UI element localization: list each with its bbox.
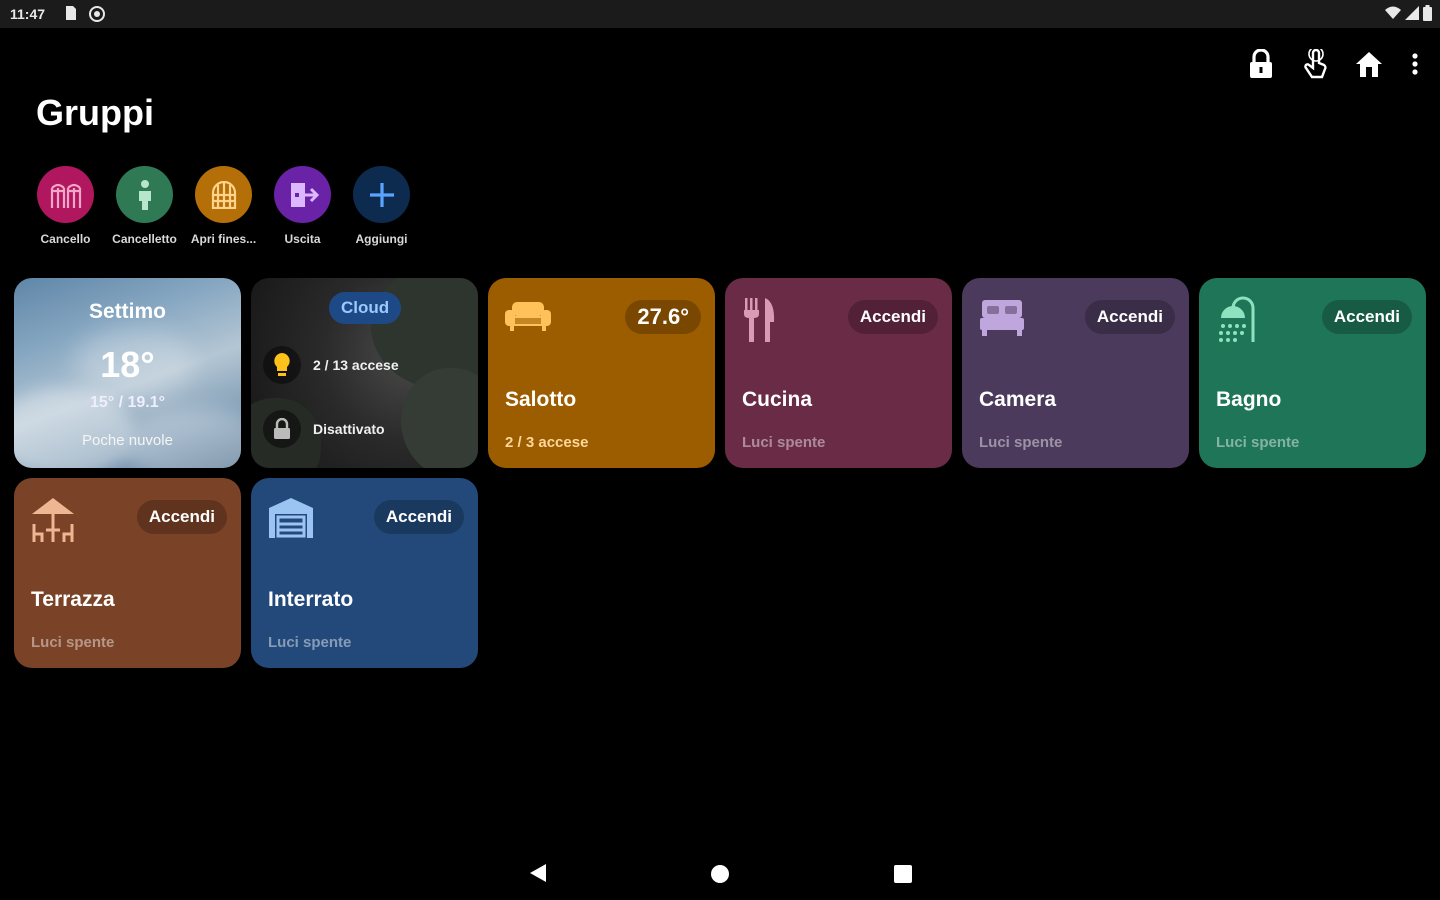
gate-icon xyxy=(50,183,81,208)
cutlery-icon xyxy=(741,296,777,349)
turn-on-button[interactable]: Accendi xyxy=(373,500,464,534)
more-vert-icon xyxy=(1412,53,1418,75)
room-status: Luci spente xyxy=(31,634,115,651)
recents-square-icon xyxy=(894,865,912,883)
cloud-badge: Cloud xyxy=(329,292,402,324)
home-icon xyxy=(1356,52,1382,77)
touch-button[interactable] xyxy=(1300,46,1330,82)
turn-on-button[interactable]: Accendi xyxy=(1321,300,1412,334)
lights-status: 2 / 13 accese xyxy=(313,357,399,373)
room-name: Cucina xyxy=(742,388,813,411)
room-card-terrazza[interactable]: Accendi Terrazza Luci spente xyxy=(14,478,241,668)
room-name: Camera xyxy=(979,388,1057,411)
page-title: Gruppi xyxy=(36,92,154,133)
home-button[interactable] xyxy=(1354,46,1384,82)
room-status: Luci spente xyxy=(268,634,352,651)
shortcut-apri-finestra[interactable]: Apri fines... xyxy=(184,166,263,246)
navigation-bar xyxy=(0,848,1440,900)
room-card-salotto[interactable]: 27.6° Salotto 2 / 3 accese xyxy=(488,278,715,468)
window-icon xyxy=(211,180,236,209)
weather-temperature: 18° xyxy=(100,344,155,385)
more-options-button[interactable] xyxy=(1408,46,1422,82)
touch-hand-icon xyxy=(1304,49,1327,79)
shortcut-label: Cancelletto xyxy=(112,232,177,246)
sd-card-icon xyxy=(62,5,78,26)
weather-card[interactable]: Settimo 18° 15° / 19.1° Poche nuvole xyxy=(14,278,241,468)
battery-icon xyxy=(1423,5,1432,26)
room-card-camera[interactable]: Accendi Camera Luci spente xyxy=(962,278,1189,468)
plus-icon xyxy=(369,182,394,207)
room-card-interrato[interactable]: Accendi Interrato Luci spente xyxy=(251,478,478,668)
exit-icon xyxy=(290,182,319,207)
terrace-icon xyxy=(30,496,76,549)
shortcut-label: Apri fines... xyxy=(190,232,257,246)
shortcuts-row: Cancello Cancelletto Apri fines... Uscit… xyxy=(26,166,421,246)
turn-on-button[interactable]: Accendi xyxy=(847,300,938,334)
lightbulb-icon xyxy=(274,353,290,376)
room-name: Salotto xyxy=(505,388,577,411)
weather-description: Poche nuvole xyxy=(82,432,173,449)
signal-icon xyxy=(1405,6,1419,25)
shortcut-cancello[interactable]: Cancello xyxy=(26,166,105,246)
room-card-cucina[interactable]: Accendi Cucina Luci spente xyxy=(725,278,952,468)
status-bar: 11:47 xyxy=(0,0,1440,28)
turn-on-button[interactable]: Accendi xyxy=(1084,300,1175,334)
cloud-card[interactable]: Cloud 2 / 13 accese Disattivato xyxy=(251,278,478,468)
home-nav-button[interactable] xyxy=(710,864,730,889)
lock-icon xyxy=(1250,49,1272,78)
recents-button[interactable] xyxy=(893,864,913,889)
sofa-icon xyxy=(504,296,552,341)
shower-icon xyxy=(1215,296,1259,349)
shortcut-label: Uscita xyxy=(284,232,321,246)
shortcut-label: Cancello xyxy=(40,232,91,246)
room-name: Terrazza xyxy=(31,588,115,611)
back-button[interactable] xyxy=(528,862,548,889)
weather-range: 15° / 19.1° xyxy=(89,394,166,411)
room-name: Bagno xyxy=(1216,388,1282,411)
bed-icon xyxy=(978,296,1026,345)
temperature-pill: 27.6° xyxy=(625,300,701,334)
status-time: 11:47 xyxy=(10,6,46,22)
room-name: Interrato xyxy=(268,588,354,611)
lock-icon xyxy=(274,418,290,439)
shortcut-uscita[interactable]: Uscita xyxy=(263,166,342,246)
person-icon xyxy=(138,179,151,210)
shortcut-aggiungi[interactable]: Aggiungi xyxy=(342,166,421,246)
turn-on-button[interactable]: Accendi xyxy=(136,500,227,534)
lock-button[interactable] xyxy=(1246,46,1276,82)
sync-icon xyxy=(88,5,106,28)
room-status: Luci spente xyxy=(1216,434,1300,451)
back-triangle-icon xyxy=(530,864,546,882)
garage-icon xyxy=(267,496,315,545)
home-circle-icon xyxy=(711,865,729,883)
room-status: 2 / 3 accese xyxy=(505,434,589,451)
shortcut-cancelletto[interactable]: Cancelletto xyxy=(105,166,184,246)
room-status: Luci spente xyxy=(979,434,1063,451)
shortcut-label: Aggiungi xyxy=(355,232,408,246)
weather-city: Settimo xyxy=(88,300,166,323)
room-card-bagno[interactable]: Accendi Bagno Luci spente xyxy=(1199,278,1426,468)
wifi-icon xyxy=(1385,6,1401,25)
toolbar-actions xyxy=(1246,46,1422,82)
room-status: Luci spente xyxy=(742,434,826,451)
lock-status: Disattivato xyxy=(313,421,385,437)
